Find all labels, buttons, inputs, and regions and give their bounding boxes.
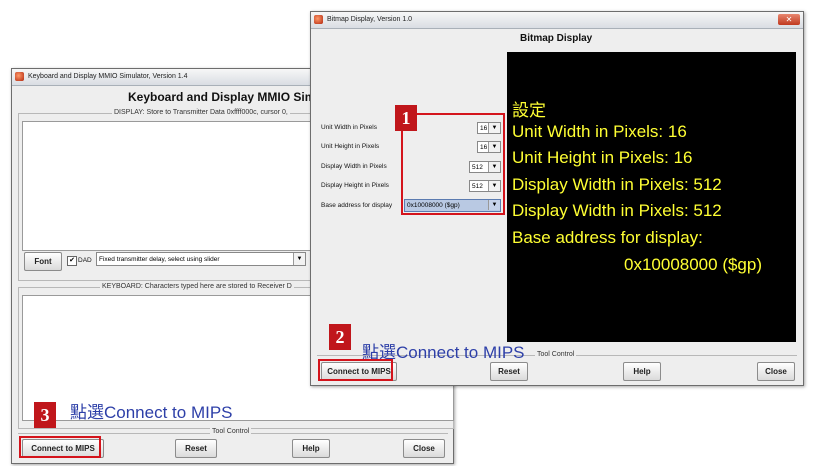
info-line-3: Display Width in Pixels: 512 <box>512 175 722 194</box>
setting-label-unit-height: Unit Height in Pixels <box>321 143 380 150</box>
info-line-0: 設定 <box>512 101 546 120</box>
bitmap-display-window: Bitmap Display, Version 1.0 ✕ Bitmap Dis… <box>310 11 804 386</box>
dad-label: DAD <box>78 257 92 264</box>
display-caption: DISPLAY: Store to Transmitter Data 0xfff… <box>112 109 290 116</box>
dad-checkbox[interactable]: ✔ <box>67 256 77 266</box>
kbd-help-button[interactable]: Help <box>292 439 330 458</box>
step-marker-2: 2 <box>329 324 351 350</box>
chevron-down-icon[interactable]: ▼ <box>293 253 305 265</box>
bitmap-window-title: Bitmap Display, Version 1.0 <box>327 16 413 23</box>
bitmap-title-bar[interactable]: Bitmap Display, Version 1.0 ✕ <box>311 12 803 29</box>
step-marker-1: 1 <box>395 105 417 131</box>
setting-label-base-address: Base address for display <box>321 202 393 209</box>
keyboard-caption: KEYBOARD: Characters typed here are stor… <box>100 283 294 290</box>
bitmap-close-button[interactable]: Close <box>757 362 795 381</box>
transmitter-delay-value: Fixed transmitter delay, select using sl… <box>99 256 220 263</box>
font-button[interactable]: Font <box>24 252 62 271</box>
setting-label-display-height: Display Height in Pixels <box>321 182 389 189</box>
setting-label-display-width: Display Width in Pixels <box>321 163 387 170</box>
kbd-heading: Keyboard and Display MMIO Simu <box>128 90 323 104</box>
bitmap-connect-highlight <box>318 359 393 381</box>
step3-instruction: 點選Connect to MIPS <box>70 403 233 422</box>
bitmap-help-button[interactable]: Help <box>623 362 661 381</box>
info-line-5: Base address for display: <box>512 228 703 247</box>
kbd-tool-control-label: Tool Control <box>210 428 252 435</box>
bitmap-tool-control-label: Tool Control <box>535 351 577 358</box>
step-marker-3: 3 <box>34 402 56 428</box>
kbd-reset-button[interactable]: Reset <box>175 439 217 458</box>
info-line-2: Unit Height in Pixels: 16 <box>512 148 693 167</box>
bitmap-canvas <box>507 52 796 342</box>
java-app-icon <box>15 72 24 81</box>
close-icon[interactable]: ✕ <box>778 14 800 25</box>
bitmap-reset-button[interactable]: Reset <box>490 362 528 381</box>
bitmap-heading: Bitmap Display <box>520 33 593 44</box>
java-app-icon <box>314 15 323 24</box>
setting-label-unit-width: Unit Width in Pixels <box>321 124 377 131</box>
kbd-window-title: Keyboard and Display MMIO Simulator, Ver… <box>28 73 188 80</box>
kbd-connect-highlight <box>19 436 101 458</box>
info-line-6: 0x10008000 ($gp) <box>624 255 763 274</box>
kbd-close-button[interactable]: Close <box>403 439 445 458</box>
info-line-4: Display Width in Pixels: 512 <box>512 201 722 220</box>
info-line-1: Unit Width in Pixels: 16 <box>512 122 687 141</box>
transmitter-delay-select[interactable]: Fixed transmitter delay, select using sl… <box>96 252 306 266</box>
